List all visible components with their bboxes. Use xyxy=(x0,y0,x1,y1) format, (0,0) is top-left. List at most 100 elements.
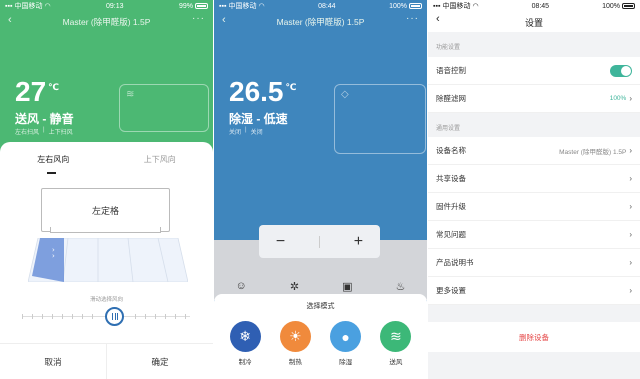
mode-icon[interactable]: ▣ xyxy=(342,280,352,293)
ac-lock-preview: 左定格 xyxy=(41,188,170,233)
swing-status: 关闭 | 关闭 xyxy=(229,127,263,136)
row-label: 除醛滤网 xyxy=(436,94,466,103)
battery-text: 99% xyxy=(178,2,193,10)
manual-row[interactable]: 产品说明书 › xyxy=(428,249,640,277)
droplet-icon: ● xyxy=(330,321,362,352)
section-header: 通用设置 xyxy=(436,126,461,132)
function-settings-list: 语音控制 除醛滤网 100% › xyxy=(428,57,640,113)
battery-icon xyxy=(409,3,422,9)
chevron-right-icon: › xyxy=(629,174,632,183)
temperature-stepper: − + xyxy=(259,225,380,258)
mode-label: 制冷 xyxy=(238,359,252,366)
voice-toggle[interactable] xyxy=(610,64,632,77)
status-time: 08:45 xyxy=(531,2,550,10)
battery-icon xyxy=(622,3,635,9)
wifi-icon: ◠ xyxy=(44,3,51,10)
filter-row[interactable]: 除醛滤网 100% › xyxy=(428,85,640,113)
direction-slider[interactable] xyxy=(22,307,190,326)
mode-dry[interactable]: ● 除湿 xyxy=(330,321,362,366)
faq-row[interactable]: 常见问题 › xyxy=(428,221,640,249)
chevron-right-icon: › xyxy=(629,258,632,267)
swing-left-right: 关闭 xyxy=(229,130,242,136)
sheet-title: 选择模式 xyxy=(306,303,335,310)
tab-left-right[interactable]: 左右风向 xyxy=(37,154,69,165)
swing-left-right: 左右扫风 xyxy=(15,130,40,136)
minus-button[interactable]: − xyxy=(276,233,285,251)
nav-bar: ‹ Master (除甲醛版) 1.5P ··· xyxy=(214,13,427,31)
signal-icon: ▪▪▪ xyxy=(433,2,441,10)
ac-unit-illustration: ≋ xyxy=(119,84,209,132)
cancel-button[interactable]: 取消 xyxy=(0,344,106,379)
sun-icon: ☀ xyxy=(279,321,311,352)
snowflake-icon: ❄ xyxy=(229,321,261,352)
clean-icon[interactable]: ♨ xyxy=(396,280,406,293)
device-name-row[interactable]: 设备名称 Master (除甲醛版) 1.5P › xyxy=(428,137,640,165)
chevron-right-icon: › xyxy=(629,286,632,295)
tab-up-down[interactable]: 上下风向 xyxy=(144,154,176,165)
slider-label: 滑动选择风向 xyxy=(89,297,123,303)
confirm-button[interactable]: 确定 xyxy=(106,344,213,379)
mode-text: 除湿 - 低速 xyxy=(229,112,288,126)
screenshot-collage: ▪▪▪ 中国移动 ◠ 09:13 99% ‹ Master (除甲醛版) 1.5… xyxy=(0,0,640,379)
status-time: 09:13 xyxy=(106,2,124,10)
back-icon[interactable]: ‹ xyxy=(8,14,12,26)
voice-control-row: 语音控制 xyxy=(428,57,640,85)
page-title: 设置 xyxy=(524,17,543,28)
wifi-icon: ◠ xyxy=(258,3,265,10)
more-icon[interactable]: ··· xyxy=(406,13,419,24)
swing-status: 左右扫风 | 上下扫风 xyxy=(15,127,73,136)
mode-label: 制热 xyxy=(288,359,302,366)
mode-cool[interactable]: ❄ 制冷 xyxy=(229,321,261,366)
temperature-value: 26.5 xyxy=(229,76,284,107)
wind-icon: ≋ xyxy=(126,89,135,100)
slider-thumb[interactable] xyxy=(105,307,124,326)
row-label: 常见问题 xyxy=(436,230,466,239)
page-title: Master (除甲醛版) 1.5P xyxy=(62,17,151,27)
back-icon[interactable]: ‹ xyxy=(436,13,440,25)
signal-icon: ▪▪▪ xyxy=(5,2,13,10)
screen-wind-direction: ▪▪▪ 中国移动 ◠ 09:13 99% ‹ Master (除甲醛版) 1.5… xyxy=(0,0,213,379)
firmware-upgrade-row[interactable]: 固件升级 › xyxy=(428,193,640,221)
mode-heat[interactable]: ☀ 制热 xyxy=(279,321,311,366)
share-device-row[interactable]: 共享设备 › xyxy=(428,165,640,193)
plus-button[interactable]: + xyxy=(354,233,363,251)
droplet-icon: ◇ xyxy=(341,89,349,100)
more-settings-row[interactable]: 更多设置 › xyxy=(428,277,640,305)
temperature-unit: ℃ xyxy=(48,82,60,92)
back-icon[interactable]: ‹ xyxy=(222,14,226,26)
wifi-icon: ◠ xyxy=(472,3,479,10)
more-icon[interactable]: ··· xyxy=(192,13,205,24)
battery-text: 100% xyxy=(602,2,620,10)
direction-tabs: 左右风向 上下风向 xyxy=(0,154,213,165)
row-value: Master (除甲醛版) 1.5P xyxy=(559,148,627,156)
page-title: Master (除甲醛版) 1.5P xyxy=(276,17,365,27)
general-settings-list: 设备名称 Master (除甲醛版) 1.5P › 共享设备 › 固件升级 › 常… xyxy=(428,137,640,305)
carrier-text: 中国移动 xyxy=(14,3,43,10)
temperature-display: 26.5 ℃ xyxy=(229,76,296,108)
row-label: 共享设备 xyxy=(436,174,466,183)
svg-text:›: › xyxy=(52,252,55,260)
mode-label: 送风 xyxy=(389,359,403,366)
status-bar: ▪▪▪ 中国移动 ◠ 09:13 99% xyxy=(0,0,213,12)
screen-settings: ▪▪▪ 中国移动 ◠ 08:45 100% ‹ 设置 功能设置 语音控制 除醛滤… xyxy=(428,0,640,379)
fan-icon[interactable]: ✲ xyxy=(290,280,299,293)
screen-select-mode: ▪▪▪ 中国移动 ◠ 08:44 100% ‹ Master (除甲醛版) 1.… xyxy=(214,0,427,379)
smart-icon[interactable]: ☺ xyxy=(236,280,247,293)
battery-icon xyxy=(194,3,208,9)
row-label: 产品说明书 xyxy=(436,258,474,267)
section-header: 功能设置 xyxy=(436,45,461,51)
swing-up-down: 上下扫风 xyxy=(48,130,73,136)
nav-bar: ‹ Master (除甲醛版) 1.5P ··· xyxy=(0,13,213,31)
chevron-right-icon: › xyxy=(629,202,632,211)
mode-fan[interactable]: ≋ 送风 xyxy=(380,321,412,366)
filter-value: 100% xyxy=(609,95,627,102)
nav-bar: ‹ 设置 xyxy=(428,12,640,32)
row-label: 语音控制 xyxy=(436,66,466,75)
delete-device-button[interactable]: 删除设备 xyxy=(428,322,640,352)
status-time: 08:44 xyxy=(318,2,336,10)
ac-unit-illustration: ◇ xyxy=(334,84,426,154)
chevron-right-icon: › xyxy=(629,94,632,103)
status-bar: ▪▪▪ 中国移动 ◠ 08:44 100% xyxy=(214,0,427,12)
status-bar: ▪▪▪ 中国移动 ◠ 08:45 100% xyxy=(428,0,640,12)
chevron-right-icon: › xyxy=(629,230,632,239)
